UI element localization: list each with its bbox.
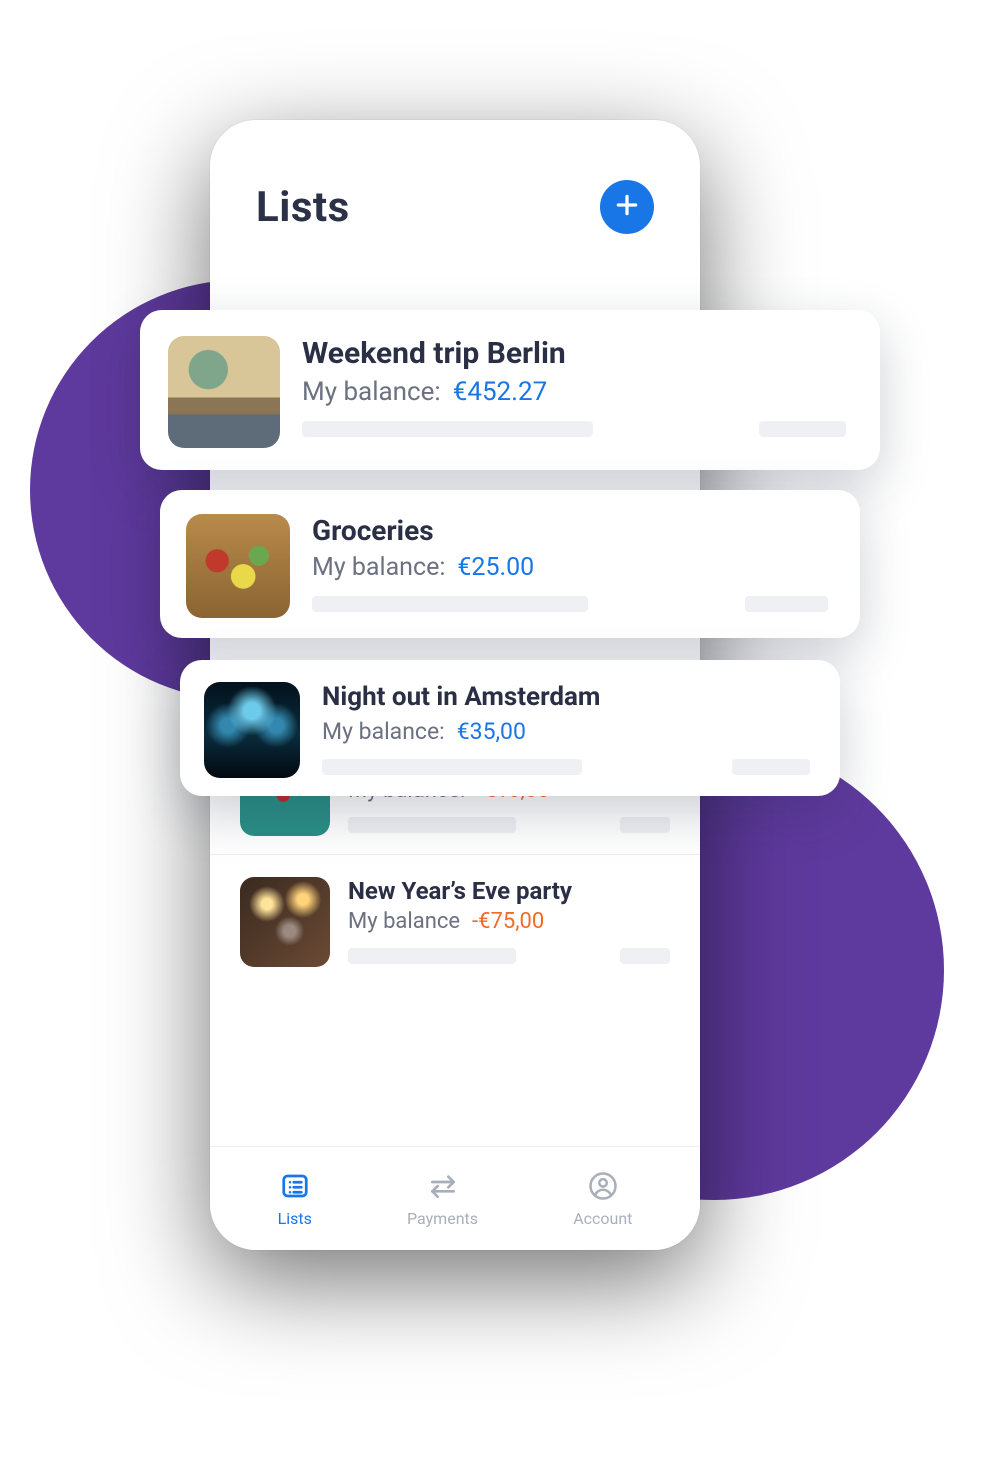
tab-lists[interactable]: Lists	[278, 1169, 312, 1228]
balance-label: My balance	[348, 909, 460, 934]
skeleton-line	[348, 948, 670, 964]
page-title: Lists	[256, 183, 350, 232]
list-thumbnail	[186, 514, 290, 618]
list-title: New Year’s Eve party	[348, 877, 670, 905]
balance-label: My balance:	[302, 377, 441, 407]
list-title: Night out in Amsterdam	[322, 682, 810, 712]
transfer-icon	[426, 1169, 460, 1203]
balance-amount: €25.00	[457, 553, 534, 582]
balance-label: My balance:	[322, 718, 445, 745]
add-list-button[interactable]	[600, 180, 654, 234]
tab-payments[interactable]: Payments	[407, 1169, 478, 1228]
skeleton-line	[322, 759, 810, 775]
tab-label: Account	[573, 1209, 632, 1228]
skeleton-line	[312, 596, 828, 612]
list-card[interactable]: Night out in Amsterdam My balance: €35,0…	[180, 660, 840, 796]
list-thumbnail	[168, 336, 280, 448]
account-icon	[586, 1169, 620, 1203]
plus-icon	[614, 192, 640, 222]
list-card[interactable]: Groceries My balance: €25.00	[160, 490, 860, 638]
list-thumbnail	[204, 682, 300, 778]
balance-amount: €452.27	[453, 377, 548, 407]
tab-account[interactable]: Account	[573, 1169, 632, 1228]
tab-bar: Lists Payments Account	[210, 1146, 700, 1250]
skeleton-line	[302, 421, 846, 437]
balance-amount: €35,00	[457, 718, 526, 745]
balance-label: My balance:	[312, 553, 445, 582]
list-title: Groceries	[312, 514, 828, 547]
list-row[interactable]: New Year’s Eve party My balance -€75,00	[210, 854, 700, 985]
list-thumbnail	[240, 877, 330, 967]
skeleton-line	[348, 817, 670, 833]
list-card[interactable]: Weekend trip Berlin My balance: €452.27	[140, 310, 880, 470]
balance-amount: -€75,00	[472, 909, 544, 934]
list-title: Weekend trip Berlin	[302, 336, 846, 371]
list-icon	[278, 1169, 312, 1203]
tab-label: Payments	[407, 1209, 478, 1228]
tab-label: Lists	[278, 1209, 312, 1228]
